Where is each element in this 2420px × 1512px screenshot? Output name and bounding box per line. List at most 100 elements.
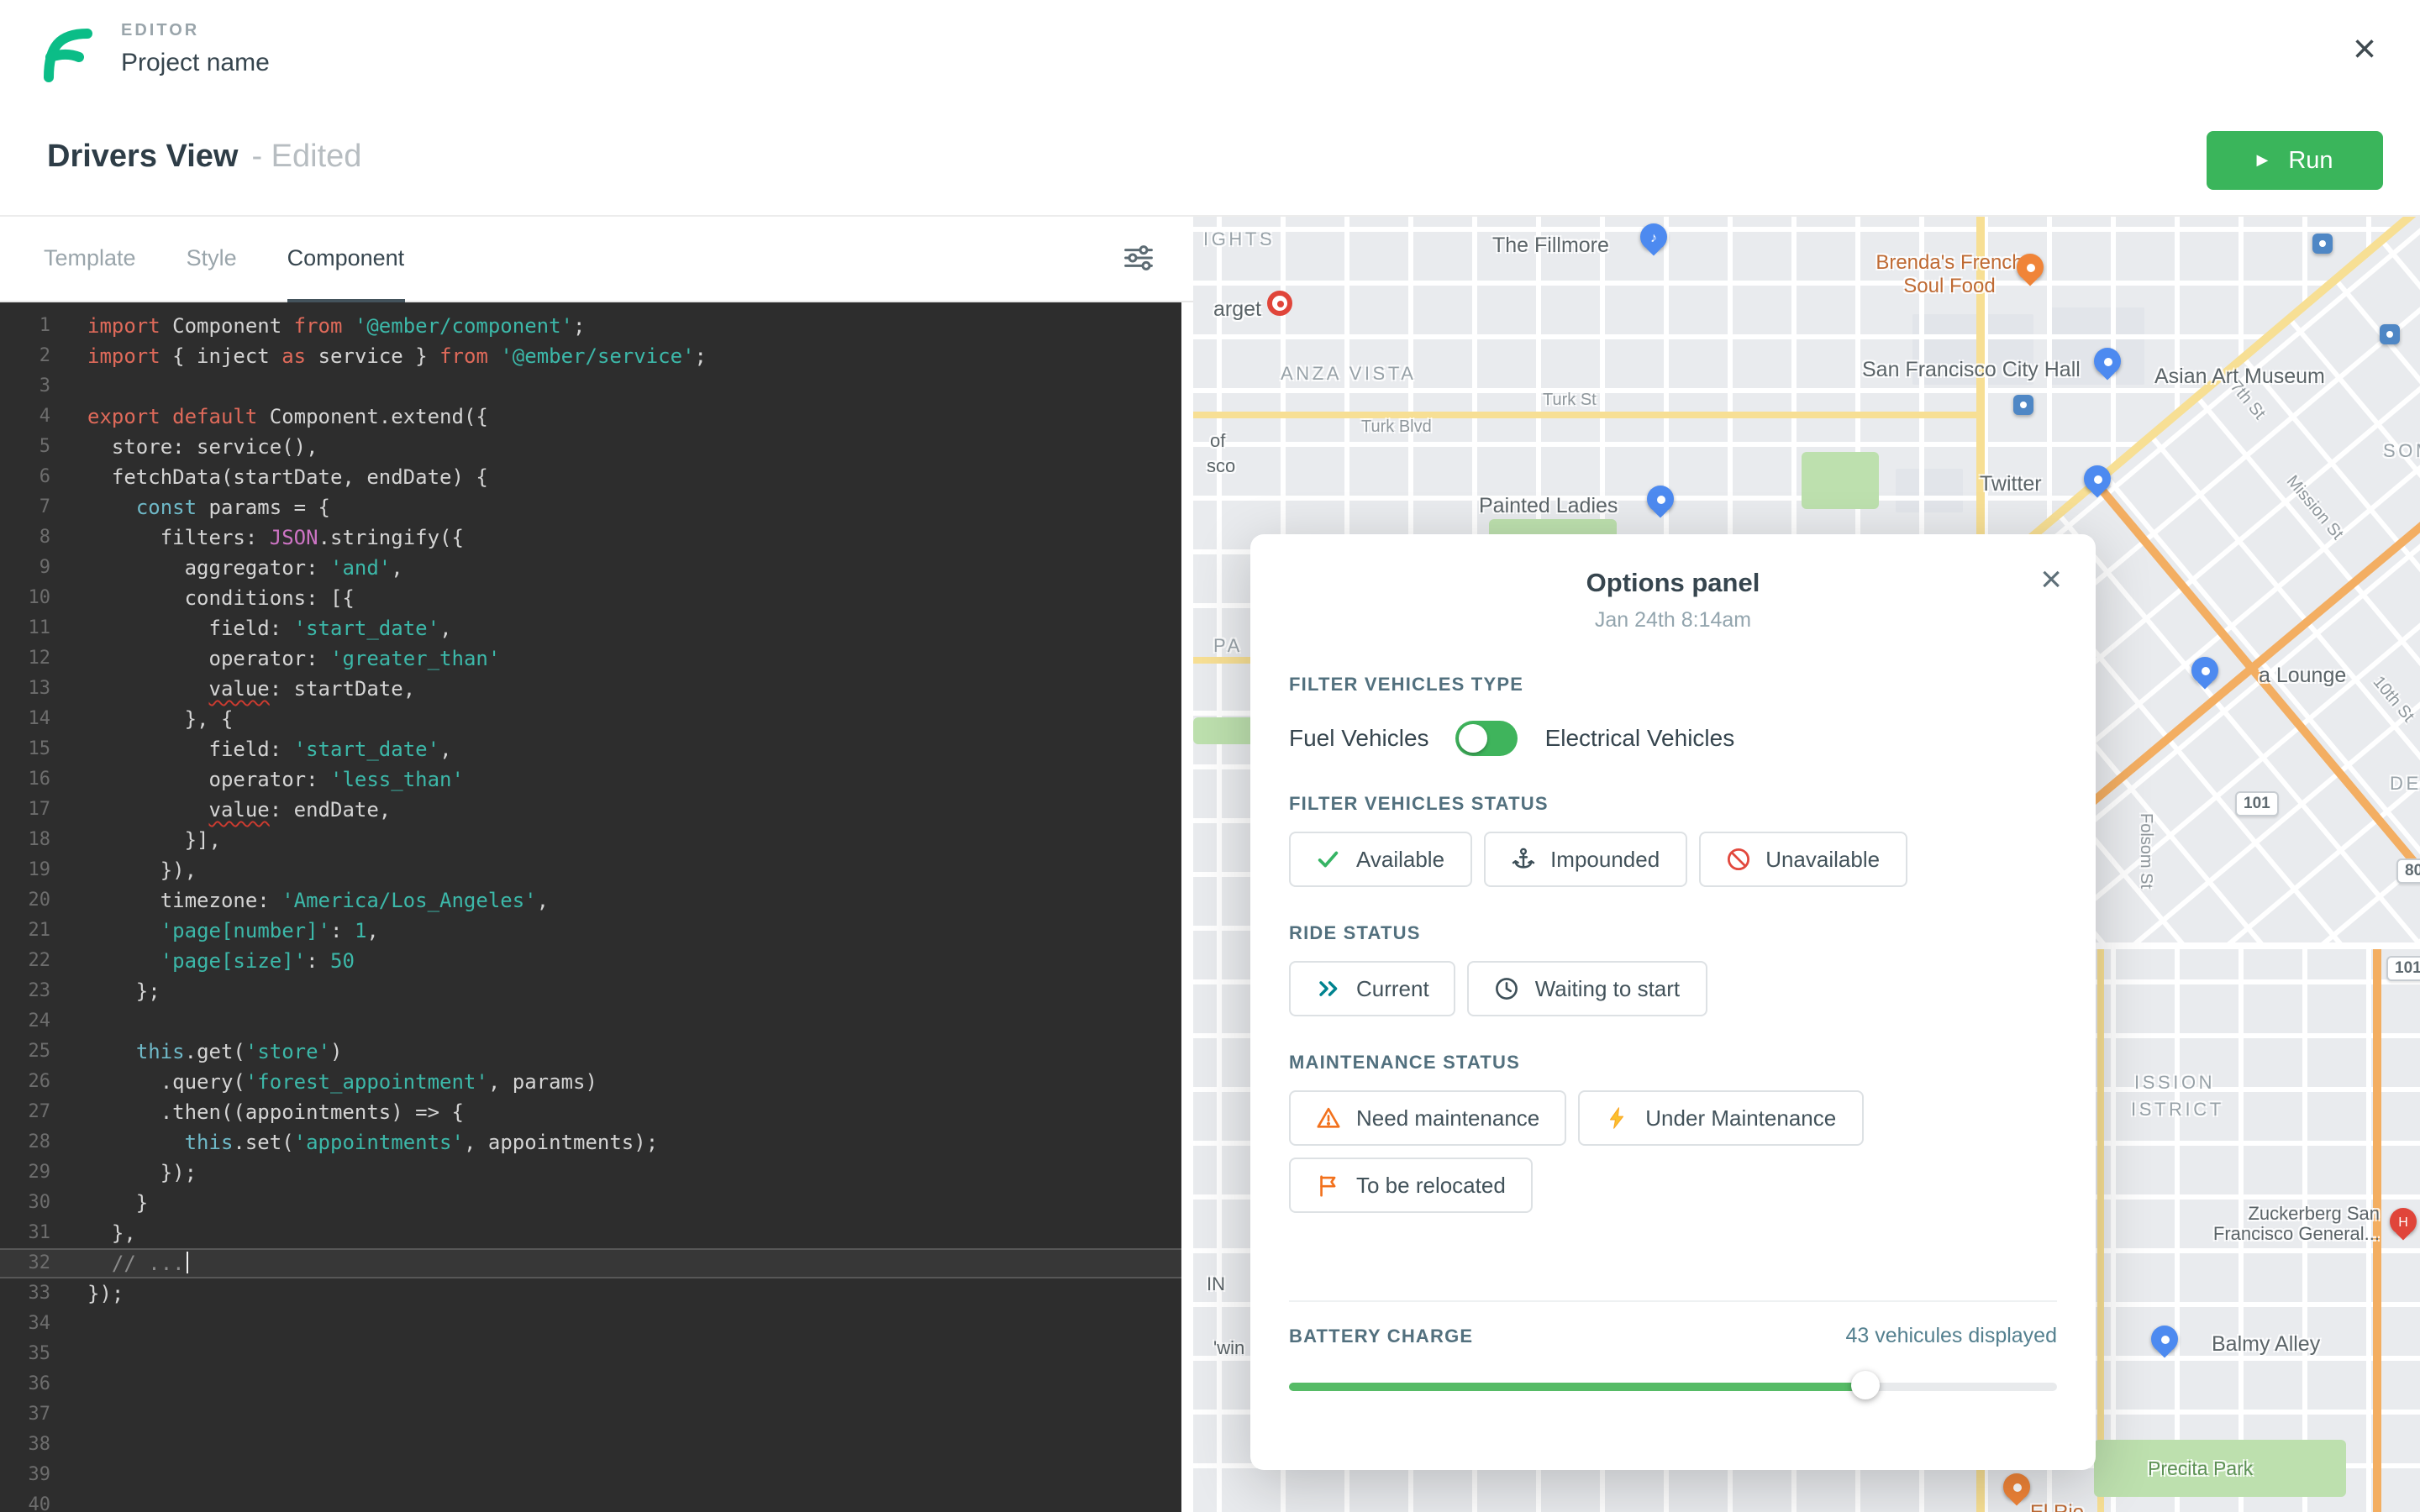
close-icon[interactable]: × [2353, 29, 2376, 71]
tune-icon[interactable] [1124, 245, 1153, 279]
code-token: , [536, 889, 550, 912]
map-label: Twitter [1980, 472, 2042, 496]
line-number: 35 [28, 1342, 51, 1364]
vehicle-type-row: Fuel Vehicles Electrical Vehicles [1289, 717, 2057, 758]
to-be-relocated-button[interactable]: To be relocated [1289, 1158, 1533, 1213]
code-line-content: }, [50, 1218, 136, 1248]
line-number: 10 [28, 586, 51, 608]
vehicle-type-toggle[interactable] [1455, 720, 1518, 755]
restaurant-marker[interactable] [2017, 254, 2044, 281]
editor-pane: Template Style Component 1 import Component… [0, 217, 1193, 1512]
line-number: 30 [28, 1191, 51, 1213]
code-token: : [330, 919, 355, 942]
painted-ladies-marker[interactable] [1647, 486, 1674, 512]
code-line-content: }), [50, 855, 197, 885]
battery-slider-knob[interactable] [1850, 1371, 1880, 1399]
panel-section-filter-vehicles-type: FILTER VEHICLES TYPE Fuel Vehicles Electri… [1289, 675, 2057, 758]
code-editor[interactable]: 1 import Component from '@ember/component… [0, 302, 1181, 1512]
code-token: .get( [184, 1040, 245, 1063]
lounge-marker[interactable] [2191, 657, 2218, 684]
unavailable-button[interactable]: Unavailable [1698, 832, 1907, 887]
code-line-content [50, 1006, 87, 1037]
code-token: export [87, 405, 173, 428]
code-token: store: service(), [87, 435, 318, 459]
code-token: 'America/Los_Angeles' [281, 889, 537, 912]
code-line: 37 [0, 1399, 1181, 1430]
code-line-content: this.get('store') [50, 1037, 343, 1067]
project-name: Project name [121, 49, 270, 77]
hospital-marker[interactable]: H [2390, 1208, 2417, 1235]
line-number: 15 [28, 738, 51, 759]
transit-marker[interactable] [2013, 395, 2033, 415]
line-number: 37 [28, 1403, 51, 1425]
transit-marker[interactable] [2312, 234, 2333, 254]
tab-template[interactable]: Template [44, 217, 136, 302]
code-line: 33}); [0, 1278, 1181, 1309]
twitter-marker[interactable] [2084, 465, 2111, 492]
available-button[interactable]: Available [1289, 832, 1472, 887]
forest-logo-icon[interactable] [37, 25, 94, 82]
code-token: .stringify({ [318, 526, 464, 549]
el-rio-marker[interactable] [2003, 1473, 2030, 1500]
battery-slider-fill [1289, 1383, 1865, 1390]
transit-marker[interactable] [2380, 324, 2400, 344]
city-hall-marker[interactable] [2094, 348, 2121, 375]
code-token: Component.extend({ [269, 405, 488, 428]
code-line: 29 }); [0, 1158, 1181, 1188]
music-venue-marker[interactable]: ♪ [1640, 223, 1667, 250]
code-line: 30 } [0, 1188, 1181, 1218]
map-label: IN [1207, 1275, 1225, 1295]
options-panel-subtitle: Jan 24th 8:14am [1594, 608, 1752, 632]
code-token: params = { [197, 496, 331, 519]
edited-status: - Edited [251, 139, 362, 175]
panel-close-icon[interactable]: × [2040, 558, 2062, 601]
code-line: 15 field: 'start_date', [0, 734, 1181, 764]
code-line: 22 'page[size]': 50 [0, 946, 1181, 976]
run-button[interactable]: ▶ Run [2207, 131, 2383, 190]
code-token: 'start_date' [293, 738, 440, 761]
code-token: from [293, 314, 355, 338]
line-number: 5 [39, 435, 50, 457]
code-line-content: fetchData(startDate, endDate) { [50, 462, 488, 492]
need-maintenance-button[interactable]: Need maintenance [1289, 1090, 1567, 1146]
marker-glyph [2026, 263, 2034, 271]
button-label: Impounded [1550, 847, 1660, 872]
map[interactable]: IGHTS The Fillmore Brenda's French Soul Fo… [1193, 217, 2420, 1512]
code-line-content [50, 1309, 87, 1339]
map-label: arget [1213, 297, 1261, 321]
code-token: import [87, 344, 173, 368]
run-button-label: Run [2288, 147, 2333, 174]
under-maintenance-button[interactable]: Under Maintenance [1578, 1090, 1864, 1146]
battery-slider[interactable] [1289, 1371, 2057, 1401]
code-token: this [135, 1040, 185, 1063]
map-label: Brenda's French Soul Food [1876, 250, 2023, 297]
panel-section-filter-vehicles-status: FILTER VEHICLES STATUS Available Impounded… [1289, 795, 2057, 887]
code-line-content: 'page[size]': 50 [50, 946, 355, 976]
line-number: 12 [28, 647, 51, 669]
map-label: IGHTS [1203, 230, 1276, 250]
line-number: 6 [39, 465, 50, 487]
impounded-button[interactable]: Impounded [1483, 832, 1687, 887]
target-store-marker[interactable] [1267, 291, 1292, 316]
code-line-content: const params = { [50, 492, 330, 522]
section-label: MAINTENANCE STATUS [1289, 1053, 1520, 1074]
major-road [2097, 949, 2104, 1512]
balmy-alley-marker[interactable] [2151, 1326, 2178, 1352]
tab-style[interactable]: Style [187, 217, 237, 302]
line-number: 26 [28, 1070, 51, 1092]
tab-component[interactable]: Component [287, 217, 405, 302]
marker-glyph [2020, 402, 2027, 408]
code-line: 40 [0, 1490, 1181, 1512]
code-token: JSON [269, 526, 318, 549]
line-number: 17 [28, 798, 51, 820]
current-button[interactable]: Current [1289, 961, 1456, 1016]
line-number: 14 [28, 707, 51, 729]
waiting-to-start-button[interactable]: Waiting to start [1467, 961, 1707, 1016]
code-token: ; [573, 314, 586, 338]
code-line-content: value: endDate, [50, 795, 392, 825]
